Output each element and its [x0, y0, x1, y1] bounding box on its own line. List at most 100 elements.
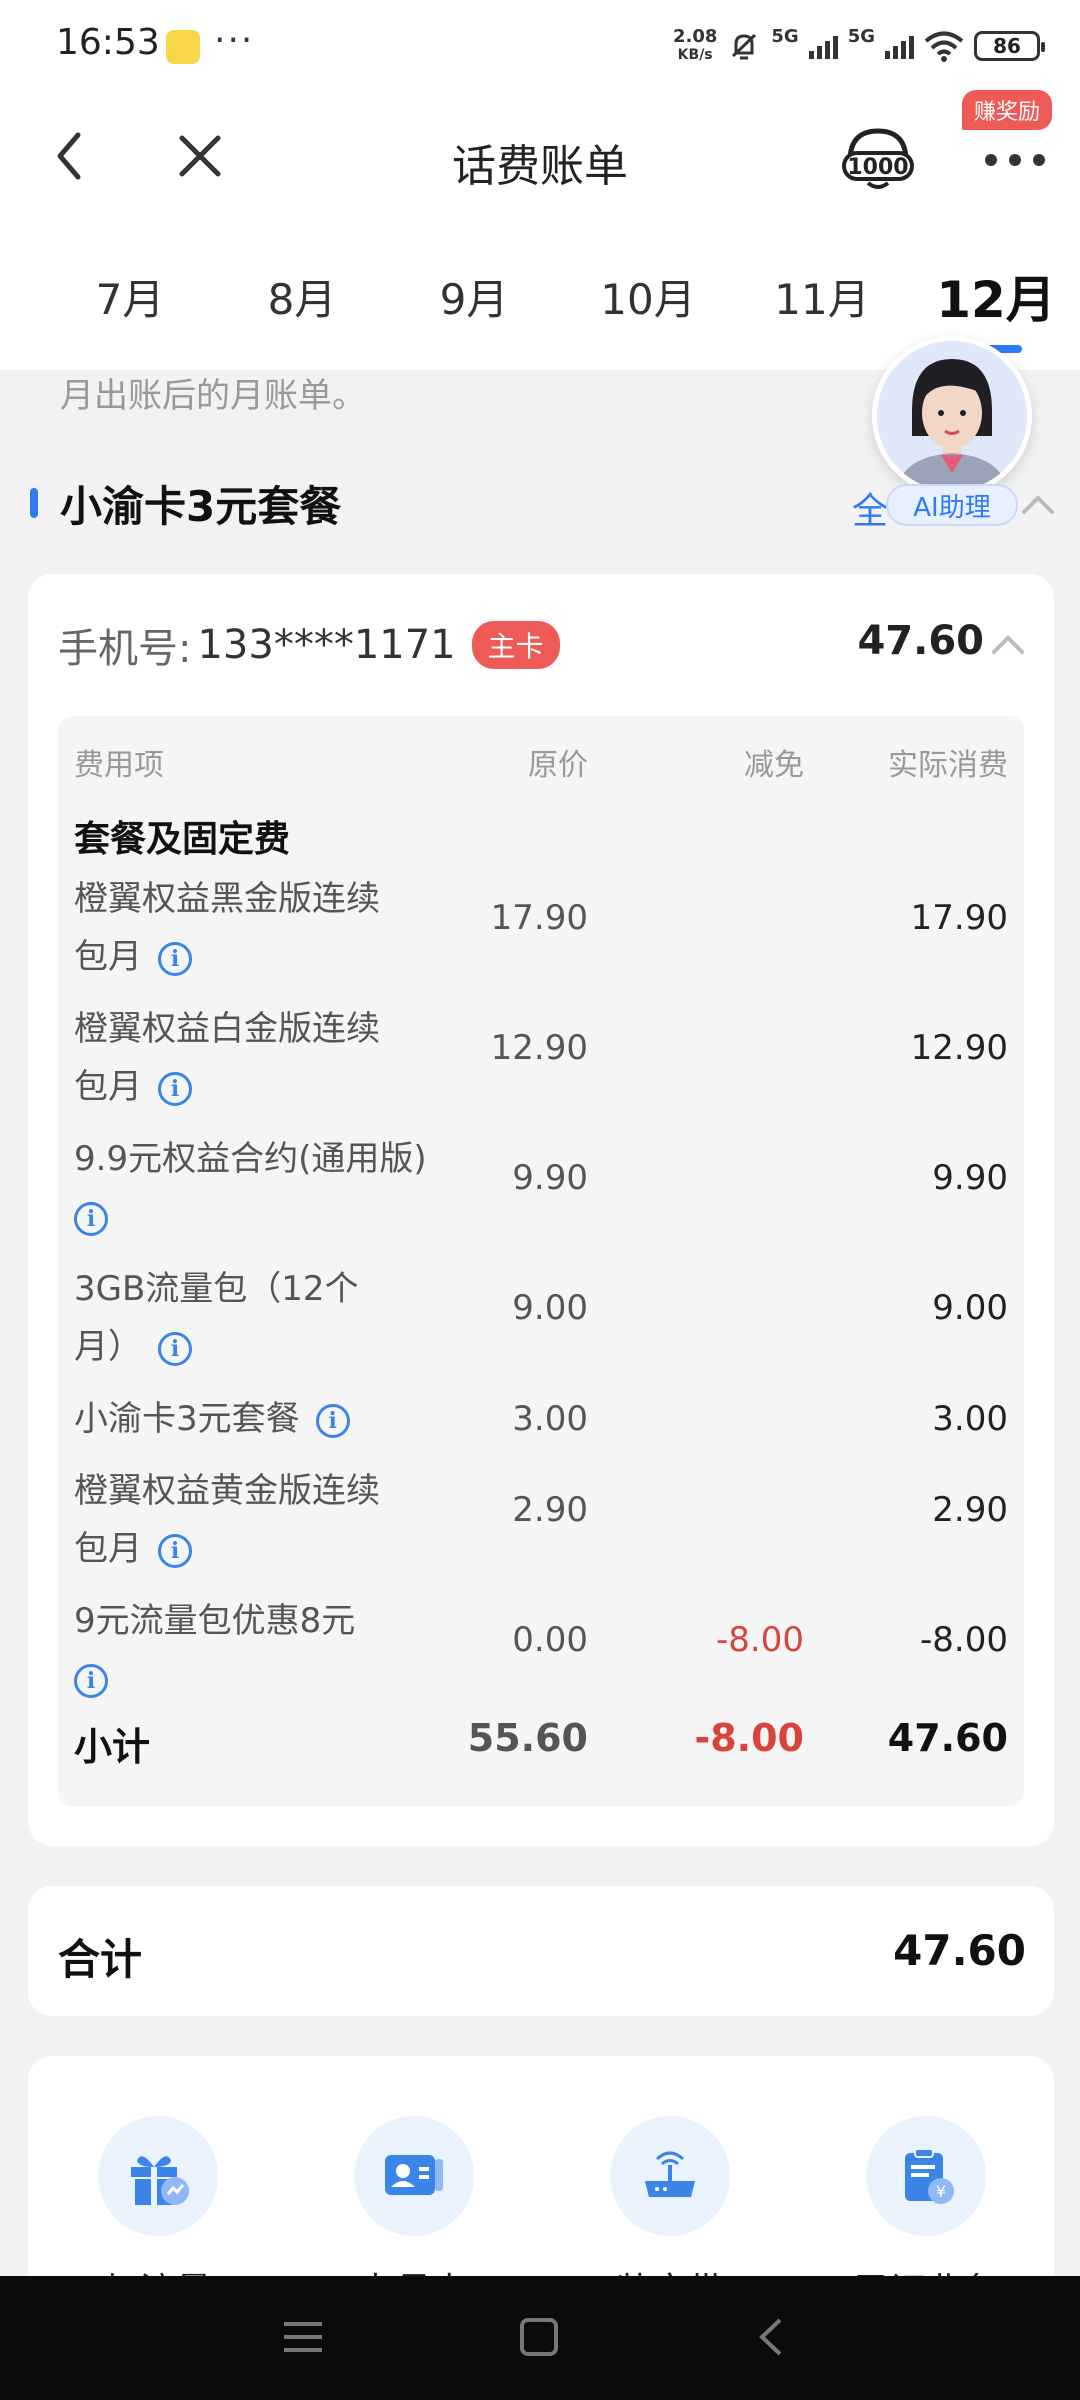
row-original: 9.90 [512, 1158, 588, 1198]
clipboard-yuan-icon: ¥ [905, 2148, 954, 2204]
10000-hotline-icon: 1000 [842, 128, 914, 189]
system-nav-bar [0, 2276, 1080, 2400]
service-add-data[interactable]: 加流量 [98, 2116, 218, 2276]
router-icon [645, 2151, 695, 2197]
bill-table: 费用项 原价 减免 实际消费 套餐及固定费 橙翼权益黑金版连续 包月 i 17.9… [58, 716, 1024, 1806]
signal-bars-icon [808, 33, 838, 59]
service-subscribed[interactable]: ¥ 已订业务 [854, 2116, 998, 2276]
table-row: 3GB流量包（12个 月） i 9.00 9.00 [58, 1260, 1024, 1390]
service-new-number[interactable]: 办号卡 [354, 2116, 474, 2276]
info-icon[interactable]: i [74, 1201, 108, 1236]
section-accent-bar [30, 488, 38, 518]
row-actual: 12.90 [910, 1028, 1008, 1068]
table-row: 9元流量包优惠8元 i 0.00 -8.00 -8.00 [58, 1592, 1024, 1722]
ai-assistant-label[interactable]: AI助理 [886, 484, 1018, 526]
hotline-button[interactable]: 1000 [838, 118, 918, 198]
service-label: 已订业务 [846, 2262, 1006, 2276]
back-nav-icon[interactable] [750, 2314, 796, 2360]
chevron-up-icon[interactable] [990, 632, 1026, 656]
total-label: 合计 [58, 1935, 143, 1984]
service-label: 办号卡 [334, 2262, 494, 2276]
more-notifications-icon: ··· [214, 20, 255, 61]
service-label: 加流量 [78, 2262, 238, 2276]
main-card-badge: 主卡 [471, 621, 560, 669]
phone-amount: 47.60 [857, 618, 984, 664]
gift-icon [131, 2156, 189, 2205]
svg-text:1000: 1000 [847, 155, 908, 180]
service-icon-circle [98, 2116, 218, 2236]
row-original: 3.00 [512, 1399, 588, 1439]
tab-9[interactable]: 9月 [404, 266, 544, 327]
reward-badge[interactable]: 赚奖励 [961, 90, 1052, 130]
svg-text:¥: ¥ [936, 2182, 946, 2201]
row-original: 2.90 [512, 1490, 588, 1530]
more-button[interactable] [970, 130, 1060, 190]
more-dots-icon [985, 154, 1045, 166]
mute-bell-icon [732, 33, 757, 60]
battery-icon: 86 [974, 31, 1045, 61]
info-icon[interactable]: i [158, 1071, 192, 1106]
home-icon[interactable] [516, 2314, 562, 2360]
phone-label: 手机号: [58, 626, 192, 672]
header-item: 费用项 [74, 748, 164, 783]
service-broadband[interactable]: 装宽带 [610, 2116, 730, 2276]
row-actual: 9.00 [932, 1288, 1008, 1328]
row-original: 17.90 [490, 898, 588, 938]
bill-notice-text: 月出账后的月账单。 [60, 376, 366, 416]
package-title: 小渝卡3元套餐 [60, 481, 342, 531]
subtotal-actual: 47.60 [887, 1716, 1008, 1760]
header: 话费账单 1000 赚奖励 [0, 90, 1080, 230]
table-row: 橙翼权益黑金版连续 包月 i 17.90 17.90 [58, 870, 1024, 1000]
signal-5g-label-1: 5G [771, 25, 799, 47]
signal-5g-label-2: 5G [847, 25, 875, 47]
info-icon[interactable]: i [74, 1663, 108, 1698]
status-time: 16:53 [56, 22, 160, 63]
row-actual: -8.00 [920, 1620, 1008, 1660]
phone-row: 手机号: 133****1171 主卡 [58, 616, 560, 674]
chevron-up-icon[interactable] [1020, 492, 1056, 516]
header-actual: 实际消费 [888, 748, 1008, 783]
ai-assistant-avatar[interactable] [872, 336, 1032, 496]
table-row: 橙翼权益黄金版连续 包月 i 2.90 2.90 [58, 1462, 1024, 1592]
subtotal-label: 小计 [74, 1725, 151, 1769]
row-actual: 9.90 [932, 1158, 1008, 1198]
info-icon[interactable]: i [158, 1331, 192, 1366]
row-original: 9.00 [512, 1288, 588, 1328]
tab-7[interactable]: 7月 [60, 266, 200, 327]
tab-8[interactable]: 8月 [232, 266, 372, 327]
info-icon[interactable]: i [158, 1533, 192, 1568]
table-row: 9.9元权益合约(通用版) i 9.90 9.90 [58, 1130, 1024, 1260]
app-notification-icon [166, 30, 200, 64]
tab-10[interactable]: 10月 [578, 266, 718, 327]
status-bar: 16:53 ··· 2.08 KB/s 5G 5G 86 [0, 0, 1080, 90]
service-icon-circle: ¥ [866, 2116, 986, 2236]
row-actual: 2.90 [932, 1490, 1008, 1530]
table-row: 小渝卡3元套餐 i 3.00 3.00 [58, 1390, 1024, 1462]
bill-card: 手机号: 133****1171 主卡 47.60 费用项 原价 减免 实际消费… [28, 574, 1054, 1846]
total-amount: 47.60 [893, 1926, 1026, 1975]
tab-11[interactable]: 11月 [752, 266, 892, 327]
service-icon-circle [610, 2116, 730, 2236]
row-original: 12.90 [490, 1028, 588, 1068]
assistant-portrait-icon [877, 341, 1027, 491]
service-label: 装宽带 [590, 2262, 750, 2276]
page-title: 话费账单 [452, 141, 628, 192]
package-section-title: 小渝卡3元套餐 [30, 478, 341, 531]
collapse-all-button[interactable]: 全 [852, 482, 888, 534]
group-label: 套餐及固定费 [74, 819, 291, 860]
wifi-icon [924, 31, 964, 62]
services-panel: 加流量 办号卡 装宽带 [28, 2056, 1054, 2276]
menu-icon[interactable] [280, 2314, 326, 2360]
service-icon-circle [354, 2116, 474, 2236]
id-card-icon [385, 2155, 443, 2195]
row-actual: 3.00 [932, 1399, 1008, 1439]
signal-bars-icon-2 [885, 33, 914, 59]
info-icon[interactable]: i [158, 941, 192, 976]
network-speed: 2.08 KB/s [672, 26, 718, 64]
row-actual: 17.90 [910, 898, 1008, 938]
tab-12[interactable]: 12月 [926, 260, 1066, 332]
phone-number: 133****1171 [197, 622, 456, 668]
total-card: 合计 47.60 [28, 1886, 1054, 2016]
table-row: 橙翼权益白金版连续 包月 i 12.90 12.90 [58, 1000, 1024, 1130]
status-indicators: 2.08 KB/s 5G 5G 86 [672, 24, 1045, 68]
